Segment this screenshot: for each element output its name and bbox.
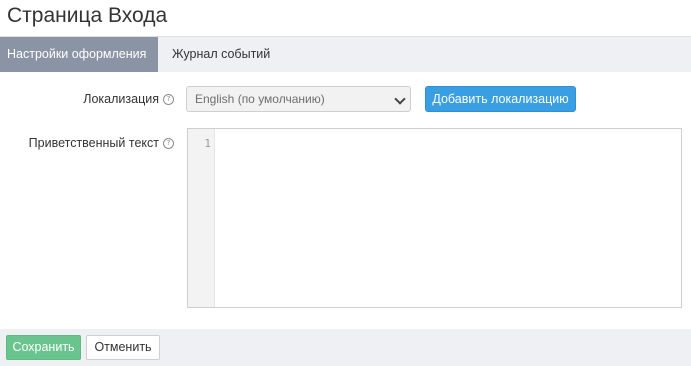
tab-bar: Настройки оформления Журнал событий bbox=[0, 36, 691, 72]
welcome-text-editor[interactable]: 1 bbox=[187, 128, 682, 308]
editor-text-area[interactable] bbox=[216, 129, 681, 307]
question-circle-icon[interactable]: ? bbox=[163, 93, 174, 105]
question-circle-icon[interactable]: ? bbox=[163, 137, 174, 149]
line-number: 1 bbox=[204, 137, 211, 150]
save-button[interactable]: Сохранить bbox=[6, 335, 81, 360]
tab-label: Журнал событий bbox=[172, 47, 271, 61]
localization-label-group: Локализация ? bbox=[60, 90, 174, 108]
cancel-button[interactable]: Отменить bbox=[86, 335, 160, 360]
localization-select[interactable]: English (по умолчанию) bbox=[186, 86, 411, 112]
localization-label: Локализация bbox=[83, 92, 159, 106]
welcome-text-label: Приветственный текст bbox=[28, 136, 159, 150]
page-title: Страница Входа bbox=[7, 4, 168, 27]
localization-selected-value: English (по умолчанию) bbox=[195, 92, 325, 106]
login-page-settings: Страница Входа Настройки оформления Журн… bbox=[0, 0, 691, 366]
footer-action-bar: Сохранить Отменить bbox=[0, 329, 691, 366]
welcome-text-label-group: Приветственный текст ? bbox=[10, 134, 174, 152]
tab-appearance-settings[interactable]: Настройки оформления bbox=[0, 37, 158, 72]
tab-event-log[interactable]: Журнал событий bbox=[165, 37, 280, 72]
chevron-down-icon bbox=[394, 93, 406, 105]
line-number-gutter: 1 bbox=[188, 129, 215, 307]
tab-label: Настройки оформления bbox=[7, 47, 147, 61]
add-localization-button[interactable]: Добавить локализацию bbox=[425, 86, 576, 112]
